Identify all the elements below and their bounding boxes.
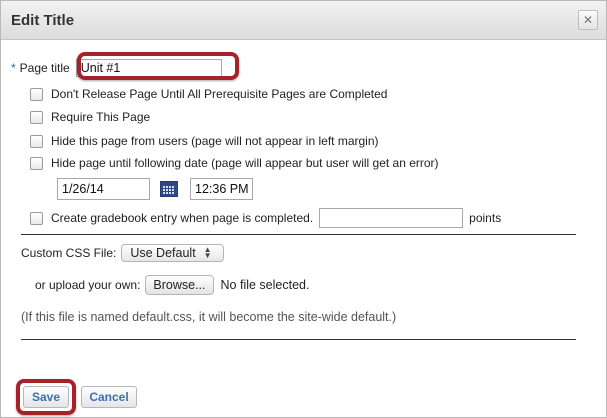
prerequisite-checkbox[interactable] (30, 87, 43, 101)
upload-row: or upload your own: Browse... No file se… (35, 275, 309, 295)
save-highlight (16, 379, 76, 415)
required-marker: * (11, 61, 16, 75)
hide-page-label: Hide this page from users (page will not… (51, 134, 379, 148)
divider-bottom (21, 339, 576, 340)
custom-css-selected: Use Default (130, 246, 196, 260)
gradebook-checkbox[interactable] (30, 211, 43, 225)
custom-css-row: Custom CSS File: Use Default ▲ ▼ (21, 244, 225, 262)
points-label: points (469, 211, 502, 225)
hide-until-date-checkbox[interactable] (30, 156, 43, 170)
hide-page-checkbox[interactable] (30, 134, 43, 148)
calendar-icon[interactable] (160, 181, 178, 197)
upload-label: or upload your own: (35, 278, 141, 292)
dialog-title: Edit Title (11, 12, 75, 29)
option-require-page[interactable]: Require This Page (30, 110, 150, 124)
gradebook-label: Create gradebook entry when page is comp… (51, 211, 314, 225)
cancel-button-label: Cancel (89, 390, 129, 404)
gradebook-row: Create gradebook entry when page is comp… (30, 208, 501, 228)
release-date-row (57, 178, 253, 200)
release-time-input[interactable] (190, 178, 253, 200)
browse-button-label: Browse... (153, 278, 206, 292)
release-date-input[interactable] (57, 178, 150, 200)
cancel-button[interactable]: Cancel (81, 386, 137, 408)
css-note-row: (If this file is named default.css, it w… (21, 310, 396, 324)
file-status: No file selected. (220, 278, 310, 292)
close-button[interactable]: ✕ (578, 10, 598, 30)
custom-css-label: Custom CSS File: (21, 246, 117, 260)
hide-until-date-label: Hide page until following date (page wil… (51, 156, 439, 170)
option-hide-page[interactable]: Hide this page from users (page will not… (30, 134, 379, 148)
page-title-label: Page title (19, 61, 70, 75)
gradebook-points-input[interactable] (319, 208, 464, 228)
custom-css-select[interactable]: Use Default ▲ ▼ (121, 244, 225, 262)
option-prerequisite[interactable]: Don't Release Page Until All Prerequisit… (30, 87, 387, 101)
divider-top (21, 234, 576, 235)
prerequisite-label: Don't Release Page Until All Prerequisit… (51, 87, 388, 101)
dialog-titlebar: Edit Title ✕ (1, 1, 606, 40)
require-page-checkbox[interactable] (30, 110, 43, 124)
close-icon: ✕ (582, 13, 594, 27)
require-page-label: Require This Page (51, 110, 151, 124)
edit-title-dialog: Edit Title ✕ * Page title Don't Release … (0, 0, 607, 418)
page-title-highlight (77, 52, 239, 80)
option-hide-until-date[interactable]: Hide page until following date (page wil… (30, 156, 439, 170)
browse-button[interactable]: Browse... (145, 275, 214, 295)
select-arrows-icon: ▲ ▼ (203, 245, 212, 260)
css-note: (If this file is named default.css, it w… (21, 310, 397, 324)
